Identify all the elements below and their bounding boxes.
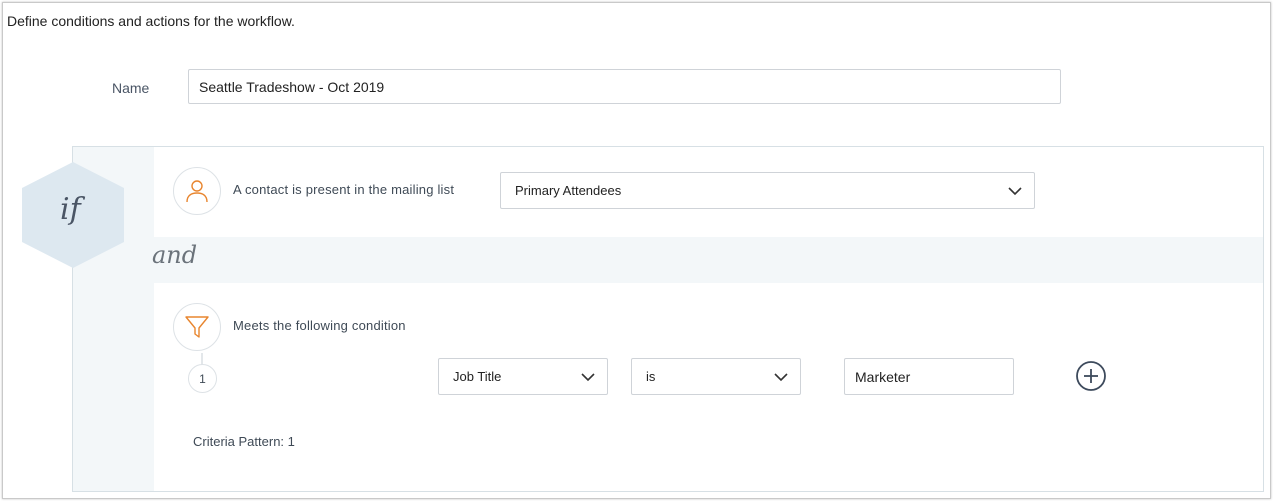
rule-value-input[interactable] [844, 358, 1014, 395]
name-input[interactable] [188, 69, 1061, 104]
intro-text: Define conditions and actions for the wo… [7, 13, 295, 29]
mailing-list-value: Primary Attendees [515, 183, 622, 198]
operator-select-value: is [646, 369, 656, 384]
if-label: if [60, 192, 81, 227]
chevron-down-icon [1008, 186, 1022, 195]
filter-icon [173, 303, 221, 351]
chevron-down-icon [581, 372, 595, 381]
add-rule-icon[interactable] [1075, 360, 1107, 392]
user-icon [173, 167, 221, 215]
mailing-list-select[interactable]: Primary Attendees [500, 172, 1035, 209]
field-select[interactable]: Job Title [438, 358, 608, 395]
and-label: and [152, 241, 198, 269]
operator-select[interactable]: is [631, 358, 801, 395]
condition-2-text: Meets the following condition [233, 318, 406, 333]
field-select-value: Job Title [453, 369, 502, 384]
chevron-down-icon [774, 372, 788, 381]
name-label: Name [112, 80, 150, 96]
condition-1-text: A contact is present in the mailing list [233, 182, 455, 197]
criteria-pattern: Criteria Pattern: 1 [193, 434, 295, 449]
rule-number: 1 [188, 364, 217, 393]
